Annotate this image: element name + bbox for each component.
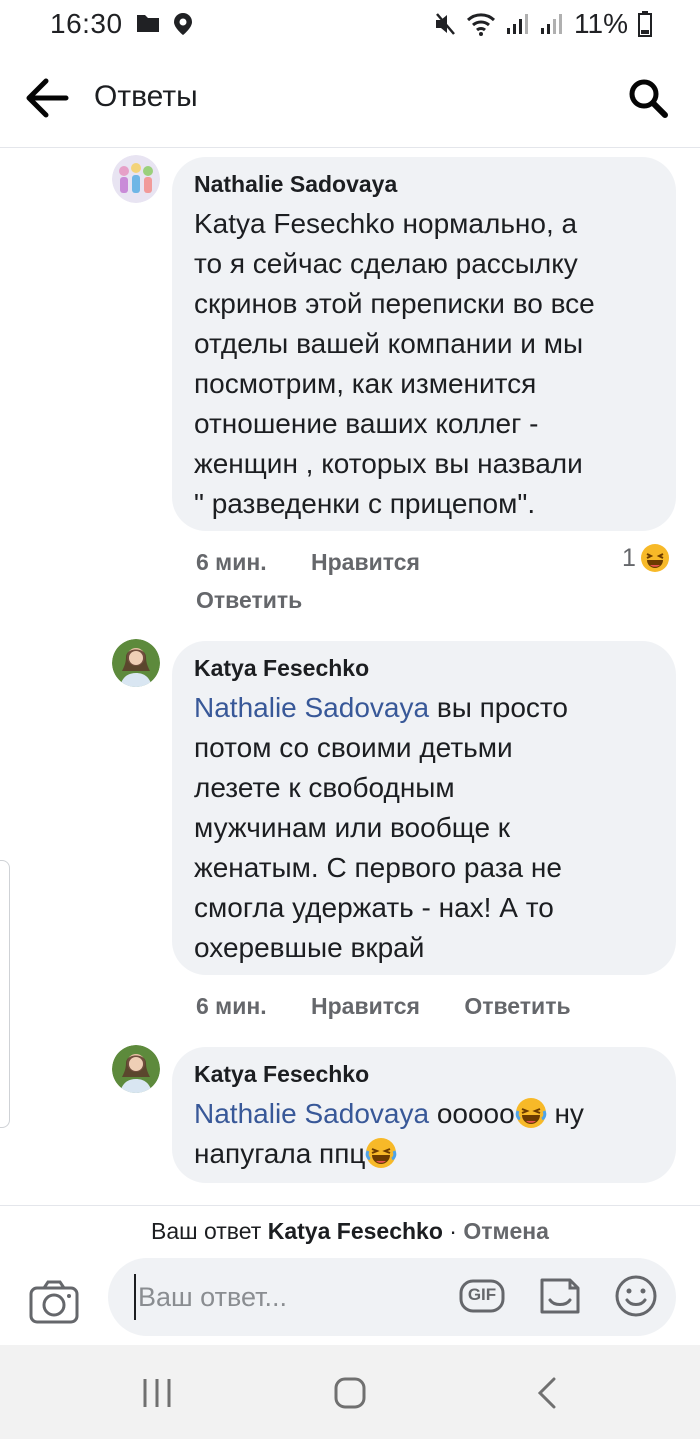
avatar-nathalie[interactable] [112,155,160,203]
reply-prefix: Ваш ответ [151,1218,262,1244]
smiley-icon[interactable] [612,1272,660,1320]
comment-line: охеревшые вкрай [194,932,425,963]
system-nav-bar [0,1345,700,1439]
comment-line: скринов этой переписки во все [194,288,595,319]
comment-meta: 6 мин. Нравится [196,549,420,576]
comment-line: посмотрим, как изменится [194,368,537,399]
reply-button[interactable]: Ответить [196,587,302,613]
status-right: 11% [434,8,652,40]
comment-author[interactable]: Katya Fesechko [194,655,654,682]
reply-target-name: Katya Fesechko [267,1218,443,1244]
comment-line: потом со своими детьми [194,732,513,763]
avatar-image [112,1045,160,1093]
reaction-count: 1 [622,543,636,572]
comment-line: отделы вашей компании и мы [194,328,584,359]
reply-input-container[interactable]: GIF [108,1258,676,1336]
mention-link[interactable]: Nathalie Sadovaya [194,1098,429,1129]
recent-apps-icon[interactable] [137,1373,177,1413]
comment-bubble[interactable]: Katya Fesechko Nathalie Sadovaya вы прос… [172,641,676,975]
comment-text: Nathalie Sadovaya вы просто потом со сво… [194,688,654,968]
comment-line: то я сейчас сделаю рассылку [194,248,578,279]
comment-line: смогла удержать - нах! А то [194,892,554,923]
reply-separator: · [442,1218,464,1244]
comment-bubble[interactable]: Nathalie Sadovaya Katya Fesechko нормаль… [172,157,676,531]
comment-text-part: ооооо [429,1098,515,1129]
cancel-reply-button[interactable]: Отмена [463,1218,549,1244]
comment-line: мужчинам или вообще к [194,812,511,843]
avatar-katya[interactable] [112,639,160,687]
gif-label: GIF [467,1285,497,1304]
comment-reply-row: Ответить [196,587,302,614]
gif-icon[interactable]: GIF [458,1272,506,1320]
reply-button[interactable]: Ответить [464,993,570,1019]
folder-icon [137,15,159,32]
app-header: Ответы [0,48,700,148]
mute-icon [436,13,455,35]
avatar-image [112,155,160,203]
back-arrow-icon[interactable] [22,76,70,120]
search-icon[interactable] [626,76,670,120]
comment-line: лезете к свободным [194,772,455,803]
comment-author[interactable]: Nathalie Sadovaya [194,171,654,198]
comment-text: Katya Fesechko нормально, а то я сейчас … [194,204,654,524]
back-nav-icon[interactable] [528,1373,568,1413]
like-button[interactable]: Нравится [311,993,420,1019]
comment-time: 6 мин. [196,549,267,575]
like-button[interactable]: Нравится [311,549,420,575]
comment-line: Nathalie Sadovaya вы просто [194,688,654,728]
battery-percent: 11% [574,8,628,39]
signal-icon-2 [541,14,563,34]
comment-line-rest: вы просто [429,692,568,723]
home-icon[interactable] [330,1373,370,1413]
battery-icon [638,11,652,37]
reply-composer: Ваш ответ Katya Fesechko · Отмена GIF [0,1205,700,1345]
side-handle[interactable] [0,860,10,1128]
comment-line: напугала ппц [194,1134,654,1174]
page-title: Ответы [94,80,198,113]
avatar-image [112,639,160,687]
camera-icon[interactable] [28,1278,80,1326]
sticker-icon[interactable] [536,1272,584,1320]
status-time: 16:30 [50,8,123,39]
laugh-emoji-icon [640,544,669,572]
comment-text-part: ну [546,1098,584,1129]
comment-line: отношение ваших коллег - [194,408,539,439]
status-bar: 16:30 11% [0,0,700,48]
wifi-icon [467,13,496,36]
laugh-emoji-icon [366,1138,397,1168]
laugh-emoji-icon [515,1098,546,1128]
comment-text: Nathalie Sadovaya ооооо ну напугала ппц [194,1094,654,1174]
comment-line: женщин , которых вы назвали [194,448,583,479]
comment-author[interactable]: Katya Fesechko [194,1061,654,1088]
reaction-summary[interactable]: 1 [622,543,670,573]
comment-line: Nathalie Sadovaya ооооо ну [194,1094,654,1134]
reply-input[interactable] [134,1274,444,1320]
comment-line: Katya Fesechko нормально, а [194,208,578,239]
comment-line: женатым. С первого раза не [194,852,562,883]
comment-time: 6 мин. [196,993,267,1019]
comment-bubble[interactable]: Katya Fesechko Nathalie Sadovaya ооооо н… [172,1047,676,1183]
comment-meta: 6 мин. Нравится Ответить [196,993,571,1020]
mention-link[interactable]: Nathalie Sadovaya [194,692,429,723]
signal-icon [507,14,529,34]
reply-target-info: Ваш ответ Katya Fesechko · Отмена [0,1218,700,1245]
avatar-katya[interactable] [112,1045,160,1093]
comment-feed[interactable]: Nathalie Sadovaya Katya Fesechko нормаль… [0,149,700,1205]
location-icon [174,13,192,35]
comment-text-part: напугала ппц [194,1138,366,1169]
comment-line: " разведенки с прицепом". [194,488,536,519]
